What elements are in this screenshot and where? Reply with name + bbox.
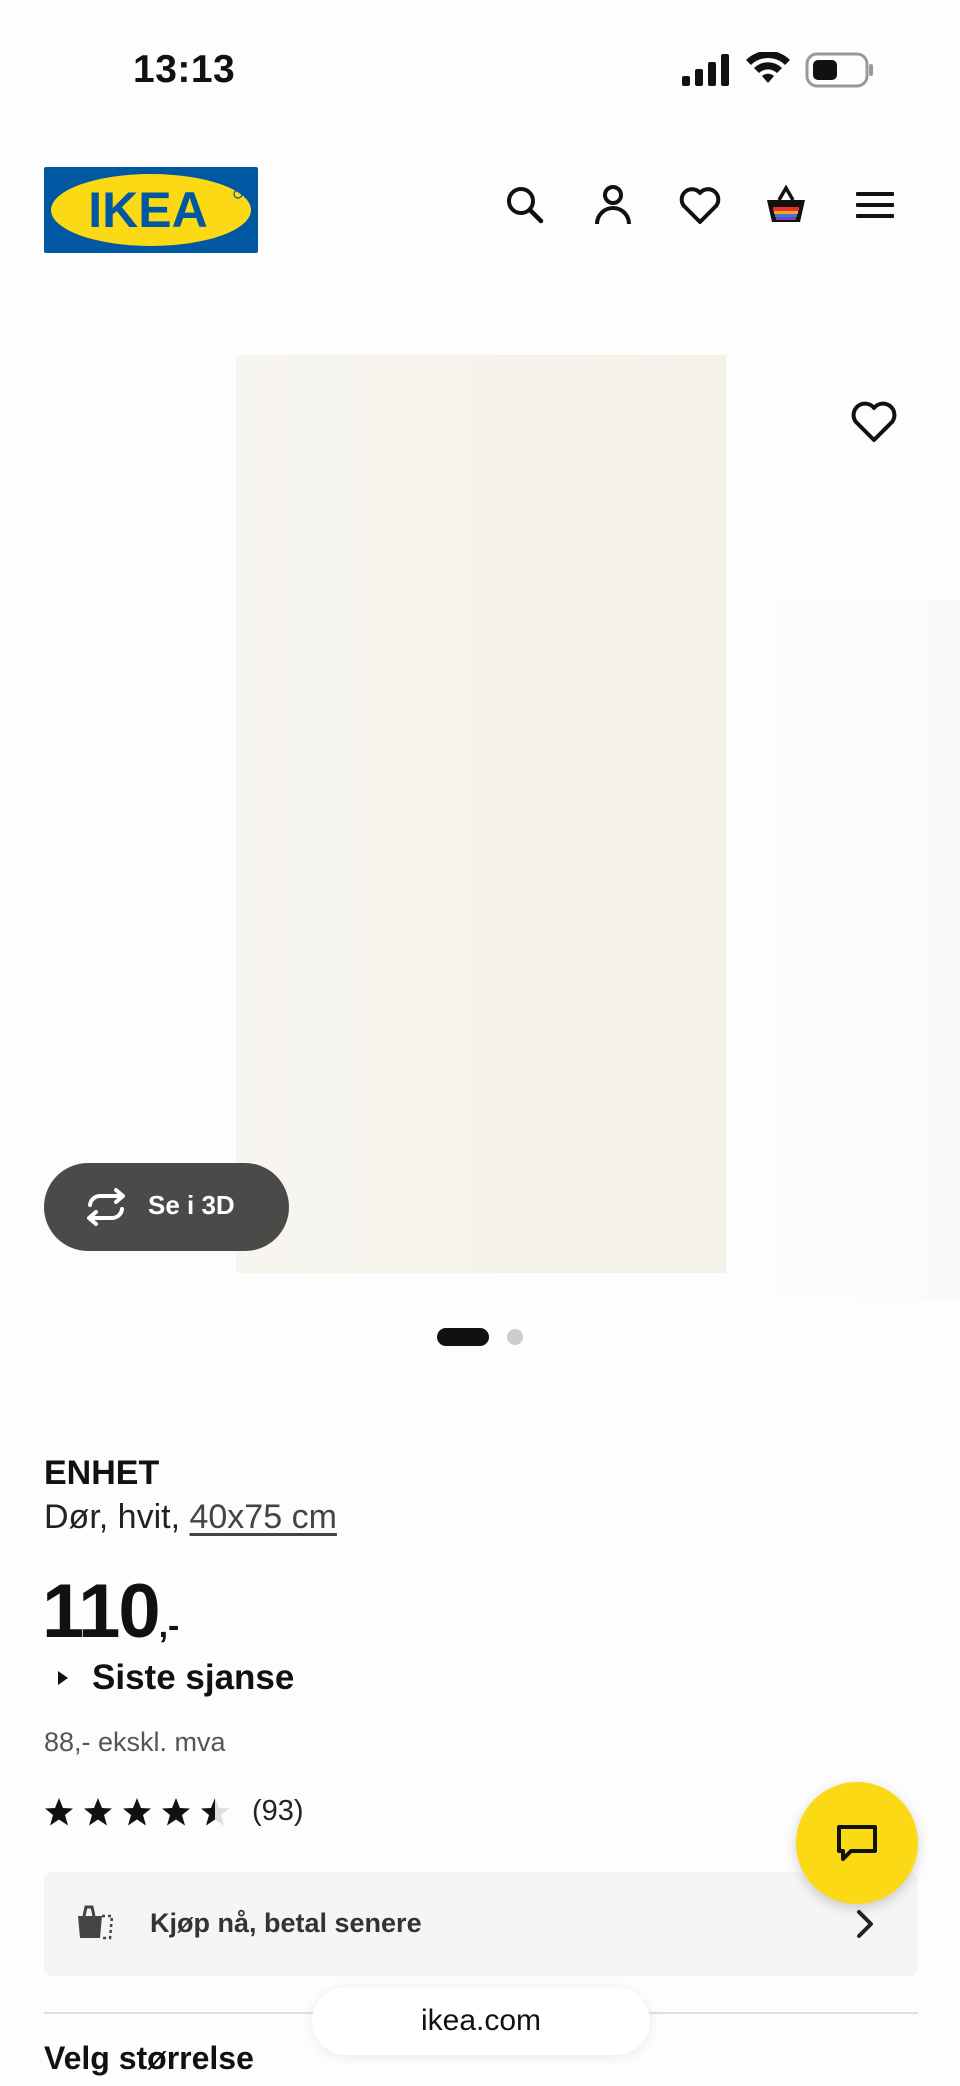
bnpl-label: Kjøp nå, betal senere (150, 1908, 422, 1938)
next-image-peek (740, 600, 960, 1300)
star-full-icon (45, 1797, 73, 1825)
view-3d-button[interactable]: Se i 3D (44, 1163, 289, 1251)
price-main: 110 (42, 1569, 161, 1654)
buy-now-pay-later-card[interactable]: Kjøp nå, betal senere (44, 1872, 918, 1976)
status-bar: 13:13 (0, 0, 960, 130)
rotate-3d-icon (87, 1188, 125, 1226)
logo-text: IKEA (88, 182, 207, 238)
product-name: ENHET (44, 1454, 160, 1492)
wishlist-heart-icon[interactable] (677, 182, 723, 228)
product-size-link[interactable]: 40x75 cm (189, 1498, 336, 1536)
menu-icon[interactable] (852, 182, 898, 228)
carousel-dot[interactable] (507, 1329, 523, 1345)
carousel-dots (0, 1328, 960, 1348)
product-image[interactable] (236, 355, 726, 1273)
favorite-heart-icon[interactable] (848, 395, 900, 447)
signal-icon (682, 54, 729, 86)
carousel-dot-active[interactable] (437, 1328, 489, 1346)
price-suffix: ,- (158, 1607, 180, 1645)
chat-icon (837, 1825, 877, 1861)
cart-icon[interactable] (763, 182, 809, 228)
battery-icon (805, 52, 873, 88)
last-chance-label: Siste sjanse (92, 1658, 295, 1697)
star-half-icon (201, 1797, 229, 1825)
ikea-logo[interactable]: IKEA (44, 167, 258, 253)
star-full-icon (84, 1797, 112, 1825)
rating-row[interactable]: (93) (44, 1795, 304, 1828)
product-description: Dør, hvit, 40x75 cm (44, 1498, 337, 1537)
star-full-icon (123, 1797, 151, 1825)
wifi-icon (746, 52, 790, 83)
account-icon[interactable] (590, 182, 636, 228)
last-chance-toggle[interactable]: Siste sjanse (58, 1658, 294, 1698)
status-time: 13:13 (133, 48, 236, 91)
price-ex-vat: 88,- ekskl. mva (44, 1727, 226, 1757)
caret-right-icon (58, 1671, 68, 1685)
review-count[interactable]: (93) (252, 1795, 304, 1828)
product-price: 110,- (42, 1568, 179, 1655)
product-description-text: Dør, hvit, (44, 1498, 181, 1536)
payment-bag-icon (78, 1905, 114, 1940)
ikea-logo-graphic: IKEA (51, 174, 251, 246)
site-header: IKEA (0, 160, 960, 260)
search-icon[interactable] (502, 182, 548, 228)
view-3d-label: Se i 3D (148, 1190, 235, 1220)
browser-url-bar[interactable]: ikea.com (312, 1987, 650, 2055)
star-full-icon (162, 1797, 190, 1825)
choose-size-heading: Velg størrelse (44, 2040, 254, 2076)
chat-button[interactable] (796, 1782, 918, 1904)
chevron-right-icon (857, 1910, 873, 1938)
